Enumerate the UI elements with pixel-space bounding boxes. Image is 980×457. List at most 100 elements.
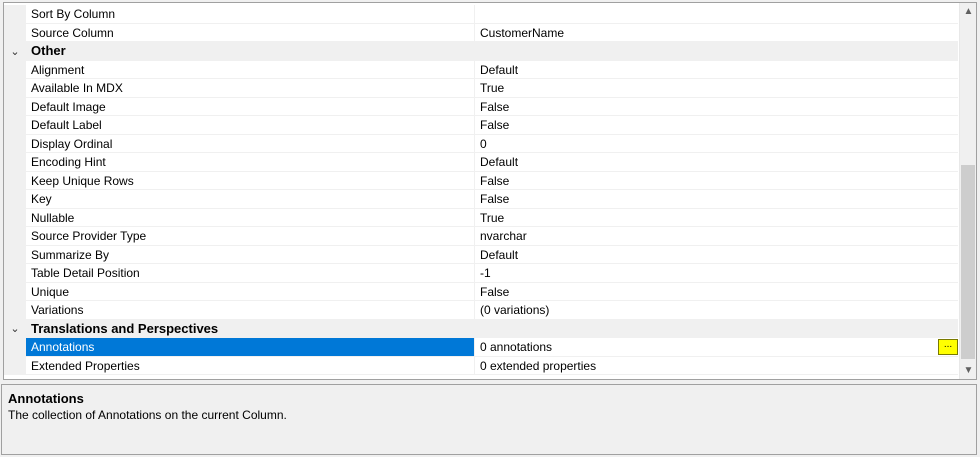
property-value-cell[interactable]: Default (474, 153, 958, 172)
property-name[interactable]: Summarize By (26, 246, 474, 264)
property-value-cell (474, 320, 958, 339)
scroll-down-arrow-icon[interactable]: ▼ (960, 362, 976, 379)
property-row[interactable]: Source Provider Type nvarchar (4, 227, 958, 246)
property-value: False (480, 118, 510, 132)
description-title: Annotations (8, 391, 84, 406)
property-name[interactable]: Table Detail Position (26, 264, 474, 283)
category-row[interactable]: ⌄ Other (4, 42, 958, 61)
scroll-up-arrow-icon[interactable]: ▲ (960, 3, 976, 20)
property-value-cell[interactable]: False (474, 97, 958, 116)
property-name[interactable]: Available In MDX (26, 79, 474, 98)
property-row[interactable]: Default Label False (4, 116, 958, 135)
property-value: True (480, 81, 505, 95)
row-gutter (4, 116, 26, 135)
property-name[interactable]: Annotations (26, 338, 474, 357)
property-value-cell[interactable]: 0 (474, 134, 958, 153)
row-gutter (4, 245, 26, 264)
property-name[interactable]: Display Ordinal (26, 135, 474, 153)
property-value-cell[interactable]: True (474, 79, 958, 98)
property-value: False (480, 99, 510, 114)
property-value: 0 extended properties (480, 358, 597, 373)
property-name[interactable]: Nullable (26, 209, 474, 227)
property-value: CustomerName (480, 25, 565, 40)
property-row[interactable]: Table Detail Position -1 (4, 264, 958, 283)
property-name[interactable]: Sort By Column (26, 5, 474, 24)
property-row[interactable]: Unique False (4, 282, 958, 301)
property-name[interactable]: Default Image (26, 98, 474, 116)
collapse-chevron-icon[interactable]: ⌄ (4, 319, 26, 338)
property-value-cell[interactable]: -1 (474, 264, 958, 283)
property-value-cell[interactable]: nvarchar (474, 227, 958, 246)
row-gutter (4, 227, 26, 246)
property-value: True (480, 210, 505, 225)
property-value: Default (480, 247, 519, 262)
property-value: Default (480, 155, 519, 169)
property-row[interactable]: Available In MDX True (4, 79, 958, 98)
property-name[interactable]: Encoding Hint (26, 153, 474, 172)
row-gutter (4, 208, 26, 227)
property-name[interactable]: Variations (26, 301, 474, 320)
row-gutter (4, 171, 26, 190)
row-gutter (4, 134, 26, 153)
row-gutter (4, 79, 26, 98)
row-gutter (4, 153, 26, 172)
property-row[interactable]: Alignment Default (4, 60, 958, 79)
property-value: 0 (480, 136, 487, 151)
scroll-thumb[interactable] (961, 165, 975, 359)
vertical-scrollbar[interactable]: ▲ ▼ (959, 3, 976, 379)
category-label[interactable]: Translations and Perspectives (26, 320, 474, 339)
property-name[interactable]: Extended Properties (26, 357, 474, 375)
property-value-cell[interactable]: Default (474, 245, 958, 264)
property-value-cell[interactable]: Default (474, 60, 958, 79)
row-gutter (4, 264, 26, 283)
property-value-cell[interactable] (474, 5, 958, 24)
property-row[interactable]: Sort By Column (4, 5, 958, 24)
property-grid: Sort By Column Source Column CustomerName ⌄… (3, 2, 977, 380)
property-name[interactable]: Key (26, 190, 474, 209)
property-row[interactable]: Variations (0 variations) (4, 301, 958, 320)
property-row[interactable]: Default Image False (4, 97, 958, 116)
row-gutter (4, 356, 26, 375)
property-row[interactable]: Extended Properties 0 extended properties (4, 356, 958, 375)
property-row[interactable]: Summarize By Default (4, 245, 958, 264)
collapse-chevron-icon[interactable]: ⌄ (4, 42, 26, 61)
property-value: 0 annotations (480, 340, 553, 354)
property-row[interactable]: Nullable True (4, 208, 958, 227)
row-gutter (4, 5, 26, 24)
property-row[interactable]: Source Column CustomerName (4, 23, 958, 42)
property-value-cell[interactable]: False (474, 282, 958, 301)
row-gutter (4, 23, 26, 42)
property-value-cell[interactable]: True (474, 208, 958, 227)
property-row[interactable]: Keep Unique Rows False (4, 171, 958, 190)
category-label[interactable]: Other (26, 42, 474, 61)
property-name[interactable]: Source Provider Type (26, 227, 474, 246)
property-name[interactable]: Default Label (26, 116, 474, 135)
property-name[interactable]: Alignment (26, 61, 474, 79)
property-value-cell (474, 42, 958, 61)
row-gutter (4, 338, 26, 357)
ellipsis-button[interactable]: ... (938, 339, 958, 355)
property-row[interactable]: Key False (4, 190, 958, 209)
property-row[interactable]: Encoding Hint Default (4, 153, 958, 172)
row-gutter (4, 282, 26, 301)
property-value-cell[interactable]: CustomerName (474, 23, 958, 42)
property-rows: Sort By Column Source Column CustomerName ⌄… (4, 5, 958, 375)
property-value-cell[interactable]: 0 extended properties (474, 356, 958, 375)
property-value: False (480, 192, 510, 206)
row-gutter (4, 301, 26, 320)
property-value: False (480, 173, 510, 188)
property-name[interactable]: Unique (26, 283, 474, 301)
property-value: (0 variations) (480, 303, 550, 317)
property-row[interactable]: Display Ordinal 0 (4, 134, 958, 153)
property-value-cell[interactable]: False (474, 116, 958, 135)
property-value-cell[interactable]: (0 variations) (474, 301, 958, 320)
property-value-cell[interactable]: False (474, 171, 958, 190)
category-row[interactable]: ⌄ Translations and Perspectives (4, 319, 958, 339)
property-value: Default (480, 62, 519, 77)
property-name[interactable]: Keep Unique Rows (26, 172, 474, 190)
property-value-cell[interactable]: 0 annotations... (474, 338, 958, 357)
property-row[interactable]: Annotations 0 annotations... (4, 338, 958, 357)
property-name[interactable]: Source Column (26, 24, 474, 42)
description-panel: Annotations The collection of Annotation… (1, 384, 977, 455)
property-value-cell[interactable]: False (474, 190, 958, 209)
